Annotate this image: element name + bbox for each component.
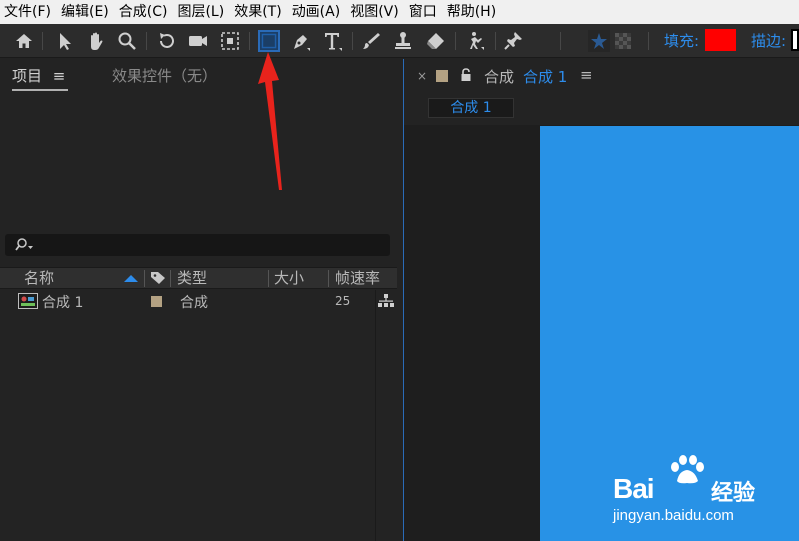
menu-composition[interactable]: 合成(C) bbox=[114, 0, 173, 24]
menu-view[interactable]: 视图(V) bbox=[345, 0, 404, 24]
brush-icon[interactable] bbox=[358, 28, 384, 54]
label-color-swatch[interactable] bbox=[151, 296, 162, 307]
composition-tab-name[interactable]: 合成 1 bbox=[523, 66, 567, 87]
sort-ascending-icon[interactable] bbox=[124, 274, 138, 282]
tab-project[interactable]: 项目 ≡ bbox=[12, 65, 65, 86]
menu-bar: 文件(F) 编辑(E) 合成(C) 图层(L) 效果(T) 动画(A) 视图(V… bbox=[0, 0, 799, 24]
toolbar-divider bbox=[560, 32, 561, 50]
rotate-icon[interactable] bbox=[154, 28, 180, 54]
fill-color-swatch[interactable] bbox=[705, 29, 736, 51]
menu-layer[interactable]: 图层(L) bbox=[172, 0, 229, 24]
flowchart-icon[interactable] bbox=[378, 294, 394, 308]
project-panel: 项目 ≡ 效果控件（无） 名称 类型 大小 帧速率 合成 1 合成 25 bbox=[0, 59, 397, 541]
project-column-header: 名称 类型 大小 帧速率 bbox=[0, 267, 397, 289]
menu-edit[interactable]: 编辑(E) bbox=[56, 0, 114, 24]
search-icon bbox=[15, 238, 33, 251]
column-divider bbox=[268, 270, 269, 287]
composition-icon bbox=[18, 293, 38, 309]
toolbar-divider bbox=[648, 32, 649, 50]
column-name[interactable]: 名称 bbox=[24, 268, 54, 288]
text-icon[interactable] bbox=[320, 28, 346, 54]
tab-effect-controls[interactable]: 效果控件（无） bbox=[112, 65, 217, 86]
menu-window[interactable]: 窗口 bbox=[404, 0, 442, 24]
zoom-icon[interactable] bbox=[114, 28, 140, 54]
project-item-fps: 25 bbox=[335, 294, 351, 308]
toolbar-divider bbox=[352, 32, 353, 50]
composition-navigator-tab[interactable]: 合成 1 bbox=[428, 98, 514, 118]
watermark-url: jingyan.baidu.com bbox=[613, 507, 734, 524]
baidu-paw-logo bbox=[671, 455, 704, 484]
menu-animation[interactable]: 动画(A) bbox=[287, 0, 346, 24]
toolbar-divider bbox=[495, 32, 496, 50]
column-divider bbox=[170, 270, 171, 287]
eraser-icon[interactable] bbox=[422, 28, 448, 54]
composition-panel: × 合成 合成 1 ≡ 合成 1 Bai du 经验 jingyan.baidu… bbox=[403, 59, 799, 541]
toolbar-divider bbox=[455, 32, 456, 50]
project-item-type: 合成 bbox=[180, 295, 208, 311]
column-size[interactable]: 大小 bbox=[274, 268, 304, 288]
column-frame-rate[interactable]: 帧速率 bbox=[335, 268, 380, 288]
column-divider bbox=[328, 270, 329, 287]
puppet-pin-icon[interactable] bbox=[500, 28, 526, 54]
toolbar-divider bbox=[42, 32, 43, 50]
menu-help[interactable]: 帮助(H) bbox=[442, 0, 501, 24]
pan-behind-icon[interactable] bbox=[217, 28, 243, 54]
flowchart-column-divider bbox=[375, 290, 376, 541]
column-type[interactable]: 类型 bbox=[177, 268, 207, 288]
watermark-brand-latin-2: du bbox=[680, 482, 700, 499]
project-search-input[interactable] bbox=[5, 234, 390, 256]
toolbar-divider bbox=[249, 32, 250, 50]
transparency-grid-icon[interactable] bbox=[610, 28, 636, 54]
fill-label: 填充: bbox=[664, 32, 700, 50]
watermark-brand-latin: Bai bbox=[613, 473, 655, 504]
camera-icon[interactable] bbox=[185, 28, 211, 54]
toolbar-divider bbox=[146, 32, 147, 50]
composition-tab-bar: × 合成 合成 1 ≡ bbox=[404, 59, 799, 93]
active-tab-underline bbox=[12, 89, 68, 91]
stroke-label: 描边: bbox=[751, 32, 787, 50]
hand-icon[interactable] bbox=[83, 28, 109, 54]
watermark-brand-cn: 经验 bbox=[711, 481, 756, 506]
baidu-jingyan-watermark: Bai du 经验 jingyan.baidu.com bbox=[613, 455, 783, 525]
clone-stamp-icon[interactable] bbox=[390, 28, 416, 54]
panel-menu-icon[interactable]: ≡ bbox=[580, 66, 593, 84]
roto-brush-icon[interactable] bbox=[462, 28, 488, 54]
rectangle-icon[interactable] bbox=[258, 30, 280, 52]
toolbar: 填充: 描边: bbox=[0, 24, 799, 58]
project-item-name: 合成 1 bbox=[42, 295, 84, 311]
menu-file[interactable]: 文件(F) bbox=[0, 0, 56, 24]
pen-icon[interactable] bbox=[288, 28, 314, 54]
label-color-swatch[interactable] bbox=[436, 70, 448, 82]
label-tag-icon[interactable] bbox=[150, 271, 166, 285]
project-item-row[interactable]: 合成 1 合成 25 bbox=[0, 290, 397, 312]
panel-menu-icon[interactable]: ≡ bbox=[53, 67, 66, 85]
column-divider bbox=[144, 270, 145, 287]
selection-icon[interactable] bbox=[52, 28, 78, 54]
star-icon[interactable] bbox=[586, 28, 612, 54]
stroke-color-swatch[interactable] bbox=[791, 29, 799, 51]
close-icon[interactable]: × bbox=[417, 69, 427, 83]
tab-project-label: 项目 bbox=[12, 67, 43, 85]
lock-icon[interactable] bbox=[460, 68, 472, 82]
menu-effect[interactable]: 效果(T) bbox=[229, 0, 286, 24]
home-icon[interactable] bbox=[11, 28, 37, 54]
composition-tab-prefix: 合成 bbox=[484, 68, 515, 86]
project-panel-tabs: 项目 ≡ 效果控件（无） bbox=[0, 59, 397, 97]
red-arrow-annotation bbox=[258, 52, 282, 190]
